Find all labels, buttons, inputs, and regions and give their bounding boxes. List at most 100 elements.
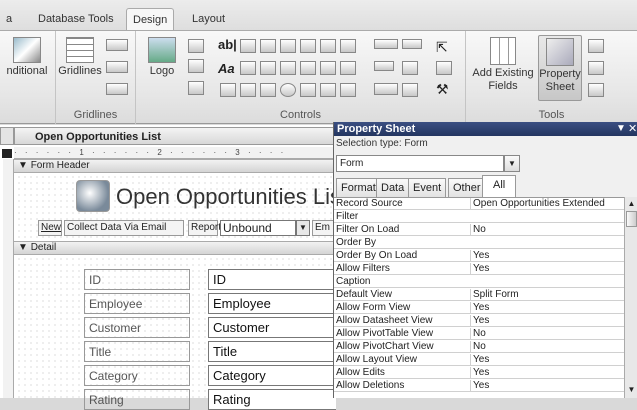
tab-layout[interactable]: Layout — [186, 8, 231, 30]
ribbon-group-gridlines: Gridlines Gridlines — [56, 31, 136, 124]
tab-other[interactable]: Other — [448, 178, 486, 197]
date-time-icon[interactable] — [188, 81, 204, 95]
tab-order-icon[interactable] — [588, 39, 604, 53]
line-thickness-icon[interactable] — [374, 39, 398, 49]
property-row-order-by-on-load[interactable]: Order By On Load Yes — [334, 250, 630, 262]
property-scrollbar[interactable]: ▲ ▼ — [624, 197, 637, 398]
gridlines-button[interactable]: Gridlines — [58, 37, 102, 78]
property-row-caption[interactable]: Caption — [334, 276, 630, 288]
image-control-icon[interactable] — [220, 83, 236, 97]
field-input-rating[interactable]: Rating — [208, 389, 336, 410]
list-box-icon[interactable] — [260, 61, 276, 75]
property-row-record-source[interactable]: Record Source Open Opportunities Extended — [334, 198, 630, 210]
snap-icon[interactable] — [402, 83, 418, 97]
field-label-title[interactable]: Title — [84, 341, 190, 362]
subform-control-icon[interactable] — [340, 39, 356, 53]
field-input-customer[interactable]: Customer — [208, 317, 336, 338]
control-wizards-icon[interactable] — [436, 61, 452, 75]
field-input-category[interactable]: Category — [208, 365, 336, 386]
property-sheet-title-bar[interactable]: Property Sheet — [334, 122, 637, 136]
tab-control-icon[interactable] — [300, 39, 316, 53]
option-button-icon[interactable] — [280, 83, 296, 97]
field-input-employee[interactable]: Employee — [208, 293, 336, 314]
property-row-allow-datasheet-view[interactable]: Allow Datasheet View Yes — [334, 315, 630, 327]
label-icon[interactable]: Aa — [218, 61, 235, 76]
scroll-up-icon[interactable]: ▲ — [626, 199, 637, 209]
tab-data[interactable]: Data — [376, 178, 410, 197]
tab-event[interactable]: Event — [408, 178, 447, 197]
field-label-customer[interactable]: Customer — [84, 317, 190, 338]
form-header-bar[interactable]: ▼ Form Header — [14, 159, 335, 173]
line-control-icon[interactable] — [260, 39, 276, 53]
property-row-allow-edits[interactable]: Allow Edits Yes — [334, 367, 630, 379]
close-icon[interactable]: ✕ — [628, 122, 637, 136]
checkbox-control-icon[interactable] — [280, 61, 296, 75]
field-label-id[interactable]: ID — [84, 269, 190, 290]
textbox-icon[interactable]: ab| — [218, 37, 237, 52]
field-label-employee[interactable]: Employee — [84, 293, 190, 314]
web-control-icon[interactable] — [340, 83, 356, 97]
form-logo-icon[interactable] — [76, 180, 110, 212]
report-combo[interactable]: Unbound — [220, 220, 296, 236]
view-code-icon[interactable] — [588, 83, 604, 97]
line-style-icon[interactable] — [106, 39, 128, 51]
set-default-icon[interactable] — [402, 61, 418, 75]
property-row-filter-on-load[interactable]: Filter On Load No — [334, 224, 630, 236]
chart-control-icon[interactable] — [320, 39, 336, 53]
option-group-icon[interactable] — [240, 61, 256, 75]
unbound-object-icon[interactable] — [240, 83, 256, 97]
page-break-icon[interactable] — [300, 83, 316, 97]
tab-format[interactable]: Format — [336, 178, 381, 197]
selection-dropdown-icon[interactable]: ▼ — [504, 155, 520, 172]
selection-combo[interactable]: Form — [336, 155, 504, 172]
property-row-allow-filters[interactable]: Allow Filters Yes — [334, 263, 630, 275]
form-selector[interactable] — [2, 149, 12, 158]
tab-all[interactable]: All — [482, 175, 517, 197]
pane-menu-icon[interactable]: ▼ — [616, 122, 626, 136]
bound-object-icon[interactable] — [340, 61, 356, 75]
form-title[interactable]: Open Opportunities List — [116, 182, 338, 212]
tab-design[interactable]: Design — [126, 8, 175, 30]
field-input-id[interactable]: ID — [208, 269, 336, 290]
line-color-icon[interactable] — [106, 83, 128, 95]
rectangle-control-icon[interactable] — [280, 39, 296, 53]
property-row-allow-pivottable-view[interactable]: Allow PivotTable View No — [334, 328, 630, 340]
title-icon[interactable] — [188, 39, 204, 53]
collect-data-button[interactable]: Collect Data Via Email — [64, 220, 184, 236]
property-row-order-by[interactable]: Order By — [334, 237, 630, 249]
property-row-filter[interactable]: Filter — [334, 211, 630, 223]
property-row-default-view[interactable]: Default View Split Form — [334, 289, 630, 301]
add-existing-fields-button[interactable]: Add Existing Fields — [472, 37, 534, 93]
logo-button[interactable]: Logo — [142, 37, 182, 78]
line-type-icon[interactable] — [402, 39, 422, 49]
field-input-title[interactable]: Title — [208, 341, 336, 362]
scroll-down-icon[interactable]: ▼ — [626, 385, 637, 395]
tab-partial[interactable]: a — [0, 8, 18, 30]
page-numbers-icon[interactable] — [188, 59, 204, 73]
line-color-control-icon[interactable] — [374, 83, 398, 95]
scroll-thumb[interactable] — [626, 211, 637, 227]
conditional-button[interactable]: nditional — [0, 37, 54, 78]
property-row-allow-form-view[interactable]: Allow Form View Yes — [334, 302, 630, 314]
hyperlink-icon[interactable] — [320, 83, 336, 97]
field-label-rating[interactable]: Rating — [84, 389, 190, 410]
property-row-allow-deletions[interactable]: Allow Deletions Yes — [334, 380, 630, 392]
select-arrow-icon[interactable]: ⇱ — [436, 39, 448, 56]
attachment-icon[interactable] — [260, 83, 276, 97]
property-row-allow-layout-view[interactable]: Allow Layout View Yes — [334, 354, 630, 366]
detail-bar[interactable]: ▼ Detail — [14, 241, 335, 255]
combo-box-icon[interactable] — [300, 61, 316, 75]
button-control-icon[interactable] — [240, 39, 256, 53]
new-button[interactable]: New — [38, 220, 62, 236]
subform-new-window-icon[interactable] — [588, 61, 604, 75]
special-effect-icon[interactable] — [374, 61, 394, 71]
chevron-down-icon[interactable]: ▼ — [296, 220, 310, 236]
property-sheet-button[interactable]: Property Sheet — [538, 35, 582, 101]
toggle-button-icon[interactable] — [320, 61, 336, 75]
field-label-category[interactable]: Category — [84, 365, 190, 386]
document-tab[interactable]: Open Opportunities List — [14, 127, 334, 145]
tab-database-tools[interactable]: Database Tools — [32, 8, 120, 30]
line-width-icon[interactable] — [106, 61, 128, 73]
activex-icon[interactable]: ⚒ — [436, 81, 449, 98]
property-row-allow-pivotchart-view[interactable]: Allow PivotChart View No — [334, 341, 630, 353]
